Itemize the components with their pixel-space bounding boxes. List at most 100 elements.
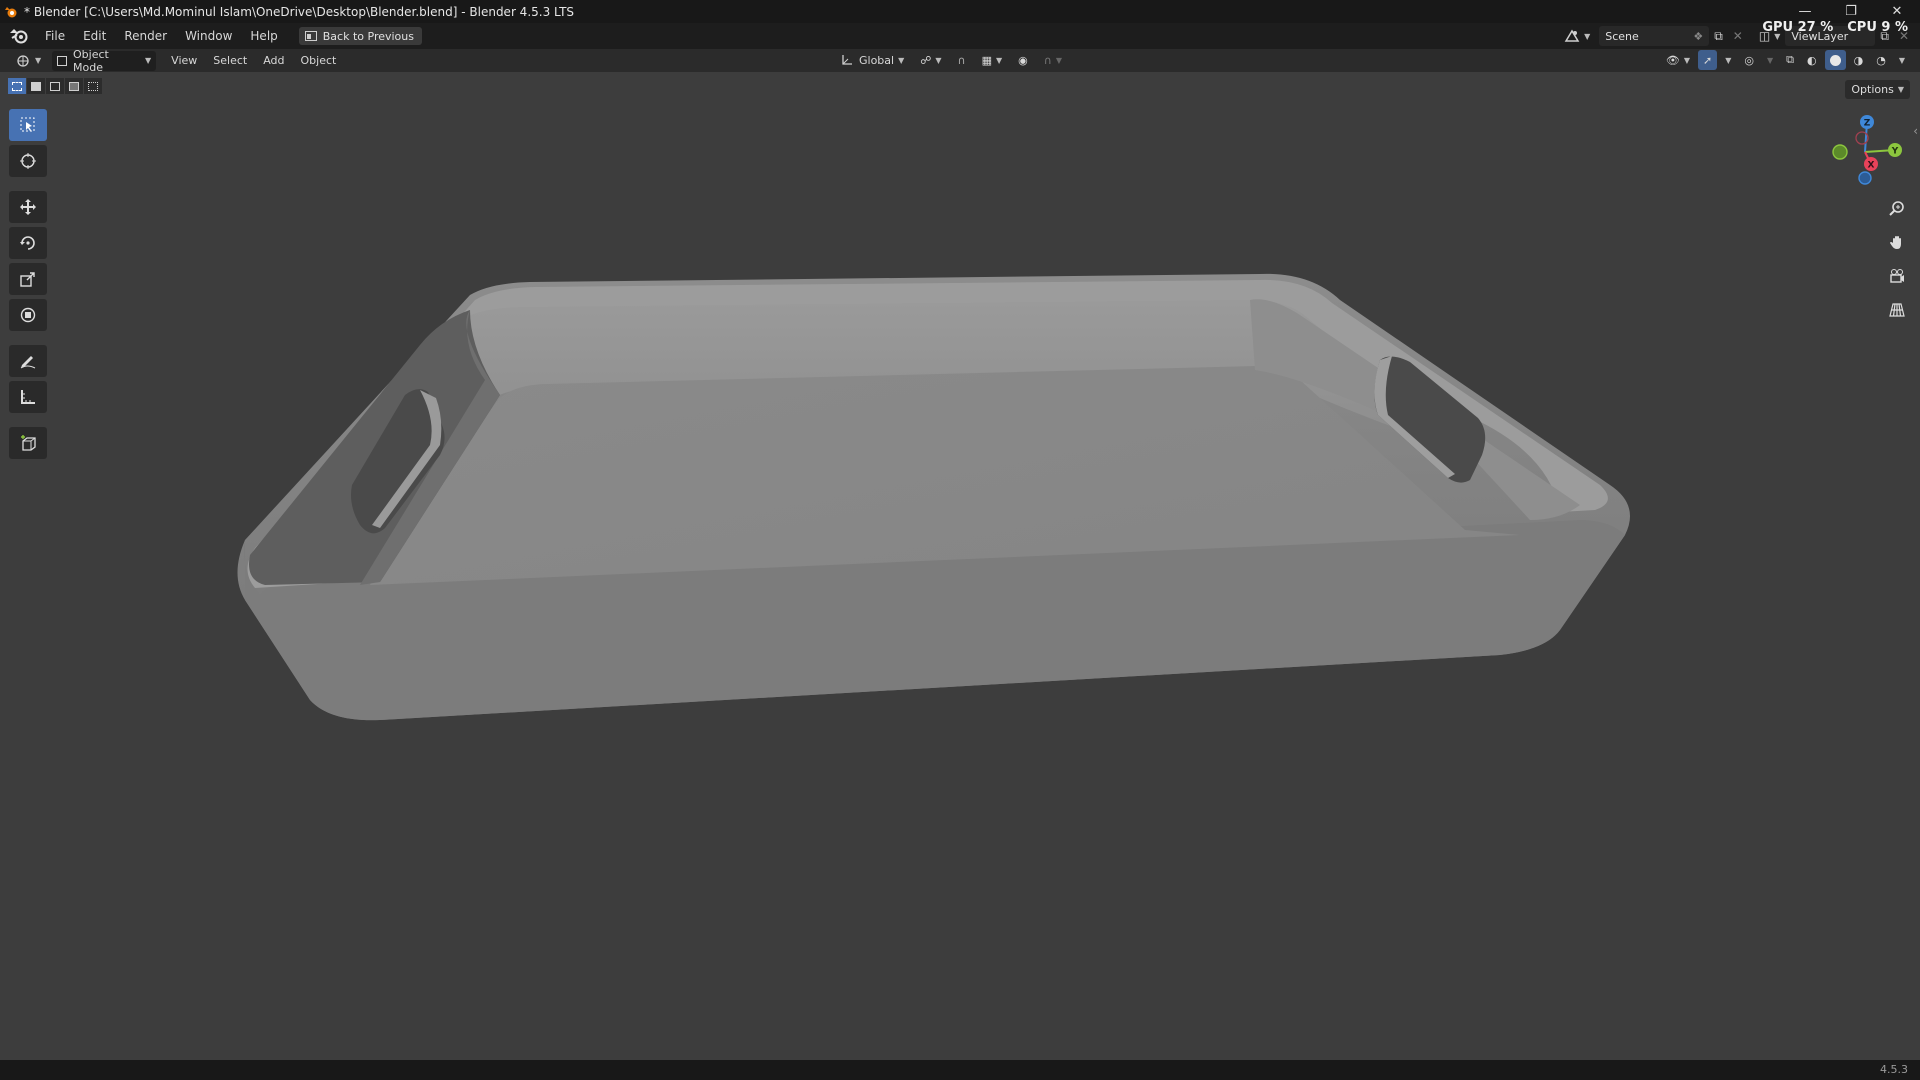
menu-window[interactable]: Window	[176, 23, 241, 49]
pivot-icon: ☍	[920, 53, 932, 67]
interaction-mode-dropdown[interactable]: Object Mode ▼	[52, 48, 157, 74]
gizmo-negative-z-handle[interactable]	[1858, 171, 1872, 185]
minimize-icon: —	[1798, 4, 1812, 19]
duplicate-icon: ⧉	[1714, 28, 1723, 43]
camera-view-button[interactable]	[1884, 263, 1910, 289]
pan-button[interactable]	[1884, 229, 1910, 255]
select-intersect-button[interactable]	[84, 78, 102, 94]
transform-tool[interactable]	[9, 299, 47, 331]
menu-add[interactable]: Add	[258, 51, 289, 71]
select-subtract-button[interactable]	[46, 78, 64, 94]
menu-select[interactable]: Select	[208, 51, 252, 71]
object-mode-icon	[57, 55, 67, 66]
perspective-toggle-button[interactable]	[1884, 297, 1910, 323]
window-title-bar: * Blender [C:\Users\Md.Mominul Islam\One…	[0, 0, 1920, 23]
select-difference-button[interactable]	[65, 78, 83, 94]
restore-icon: ❐	[1845, 4, 1857, 19]
rendered-sphere-icon: ◔	[1876, 53, 1886, 67]
select-difference-icon	[69, 81, 79, 91]
move-tool[interactable]	[9, 191, 47, 223]
xray-toggle[interactable]: ⧉	[1781, 50, 1799, 70]
cursor-tool[interactable]	[9, 145, 47, 177]
object-visibility-dropdown[interactable]: 👁 ▼	[1661, 50, 1695, 70]
scene-name-field[interactable]: Scene ❖	[1599, 26, 1710, 46]
select-box-tool[interactable]	[9, 109, 47, 141]
navigation-buttons	[1884, 195, 1910, 323]
screen-icon	[304, 31, 317, 41]
move-icon	[20, 199, 36, 215]
measure-tool[interactable]	[9, 381, 47, 413]
menu-render[interactable]: Render	[115, 23, 176, 49]
snap-toggle[interactable]: ∩	[953, 50, 971, 70]
chevron-down-icon: ▼	[1767, 55, 1774, 65]
scene-name: Scene	[1605, 29, 1639, 43]
menu-object[interactable]: Object	[296, 51, 342, 71]
editor-type-button[interactable]: ▼	[10, 51, 46, 71]
menu-view[interactable]: View	[166, 51, 202, 71]
close-icon: ✕	[1891, 4, 1903, 19]
selection-mode-buttons	[8, 78, 102, 94]
new-scene-button[interactable]: ⧉	[1709, 26, 1728, 46]
gizmo-dropdown[interactable]: ▼	[1720, 50, 1736, 70]
status-bar: 4.5.3	[0, 1060, 1920, 1080]
shading-wireframe-button[interactable]: ◐	[1802, 50, 1822, 70]
annotate-pencil-icon	[20, 356, 36, 369]
navigation-gizmo[interactable]: Z Y X	[1820, 112, 1910, 202]
select-subtract-icon	[50, 81, 60, 91]
viewport-header: ▼ Object Mode ▼ View Select Add Object G…	[0, 48, 1920, 74]
pivot-point-dropdown[interactable]: ☍ ▼	[915, 50, 946, 70]
pin-icon[interactable]: ❖	[1693, 30, 1703, 43]
rotate-tool[interactable]	[9, 227, 47, 259]
window-title: * Blender [C:\Users\Md.Mominul Islam\One…	[24, 4, 575, 19]
chevron-down-icon: ▼	[1725, 55, 1732, 65]
transform-orientation-dropdown[interactable]: Global ▼	[836, 50, 909, 70]
sidebar-toggle-chevron-icon[interactable]: ‹	[1913, 124, 1918, 138]
cpu-usage: CPU 9 %	[1847, 20, 1908, 35]
shading-rendered-button[interactable]: ◔	[1871, 50, 1891, 70]
add-cube-tool[interactable]	[9, 427, 47, 459]
gizmo-x-label: X	[1868, 161, 1875, 171]
options-dropdown[interactable]: Options ▼	[1845, 80, 1910, 99]
axis-orientation-icon	[842, 55, 852, 65]
gizmo-negative-y-handle[interactable]	[1832, 144, 1848, 160]
select-set-icon	[12, 81, 22, 91]
blender-version: 4.5.3	[1880, 1063, 1908, 1076]
3d-viewport-icon	[17, 54, 29, 67]
gpu-usage: GPU 27 %	[1762, 20, 1834, 35]
proportional-edit-icon: ◉	[1018, 53, 1028, 67]
select-extend-icon	[31, 81, 41, 91]
scene-browser-button[interactable]: ▼	[1559, 26, 1595, 46]
top-menu-bar: File Edit Render Window Help Back to Pre…	[0, 23, 1920, 49]
chevron-down-icon: ▼	[1683, 55, 1691, 65]
overlays-dropdown[interactable]: ▼	[1762, 50, 1778, 70]
show-gizmo-toggle[interactable]: ➚	[1698, 50, 1718, 70]
delete-scene-button[interactable]: ✕	[1728, 26, 1748, 46]
select-extend-button[interactable]	[27, 78, 45, 94]
shading-solid-button[interactable]	[1824, 50, 1846, 70]
snap-target-dropdown[interactable]: ▦ ▼	[977, 50, 1008, 70]
gizmo-icon: ➚	[1703, 53, 1713, 67]
annotate-tool[interactable]	[9, 345, 47, 377]
select-new-button[interactable]	[8, 78, 26, 94]
menu-help[interactable]: Help	[241, 23, 286, 49]
tray-mesh-object[interactable]	[0, 72, 1920, 1060]
shading-material-button[interactable]: ◑	[1849, 50, 1869, 70]
shading-dropdown[interactable]: ▼	[1894, 50, 1910, 70]
hand-icon	[1890, 236, 1901, 249]
back-to-previous-button[interactable]: Back to Previous	[298, 27, 422, 45]
grid-perspective-icon	[1889, 303, 1905, 317]
falloff-curve-icon: ∩	[1043, 53, 1052, 67]
menu-file[interactable]: File	[36, 23, 74, 49]
proportional-editing-toggle[interactable]: ◉	[1013, 50, 1033, 70]
scale-tool[interactable]	[9, 263, 47, 295]
menu-edit[interactable]: Edit	[74, 23, 115, 49]
back-to-previous-label: Back to Previous	[322, 29, 414, 43]
blender-logo-icon[interactable]	[8, 27, 30, 45]
chevron-down-icon: ▼	[1897, 85, 1904, 94]
material-sphere-icon: ◑	[1853, 53, 1864, 67]
proportional-falloff-dropdown[interactable]: ∩ ▼	[1039, 50, 1067, 70]
zoom-button[interactable]	[1884, 195, 1910, 221]
transform-icon	[20, 307, 36, 323]
show-overlays-toggle[interactable]: ◎	[1739, 50, 1759, 70]
transform-orientation-label: Global	[859, 53, 895, 67]
